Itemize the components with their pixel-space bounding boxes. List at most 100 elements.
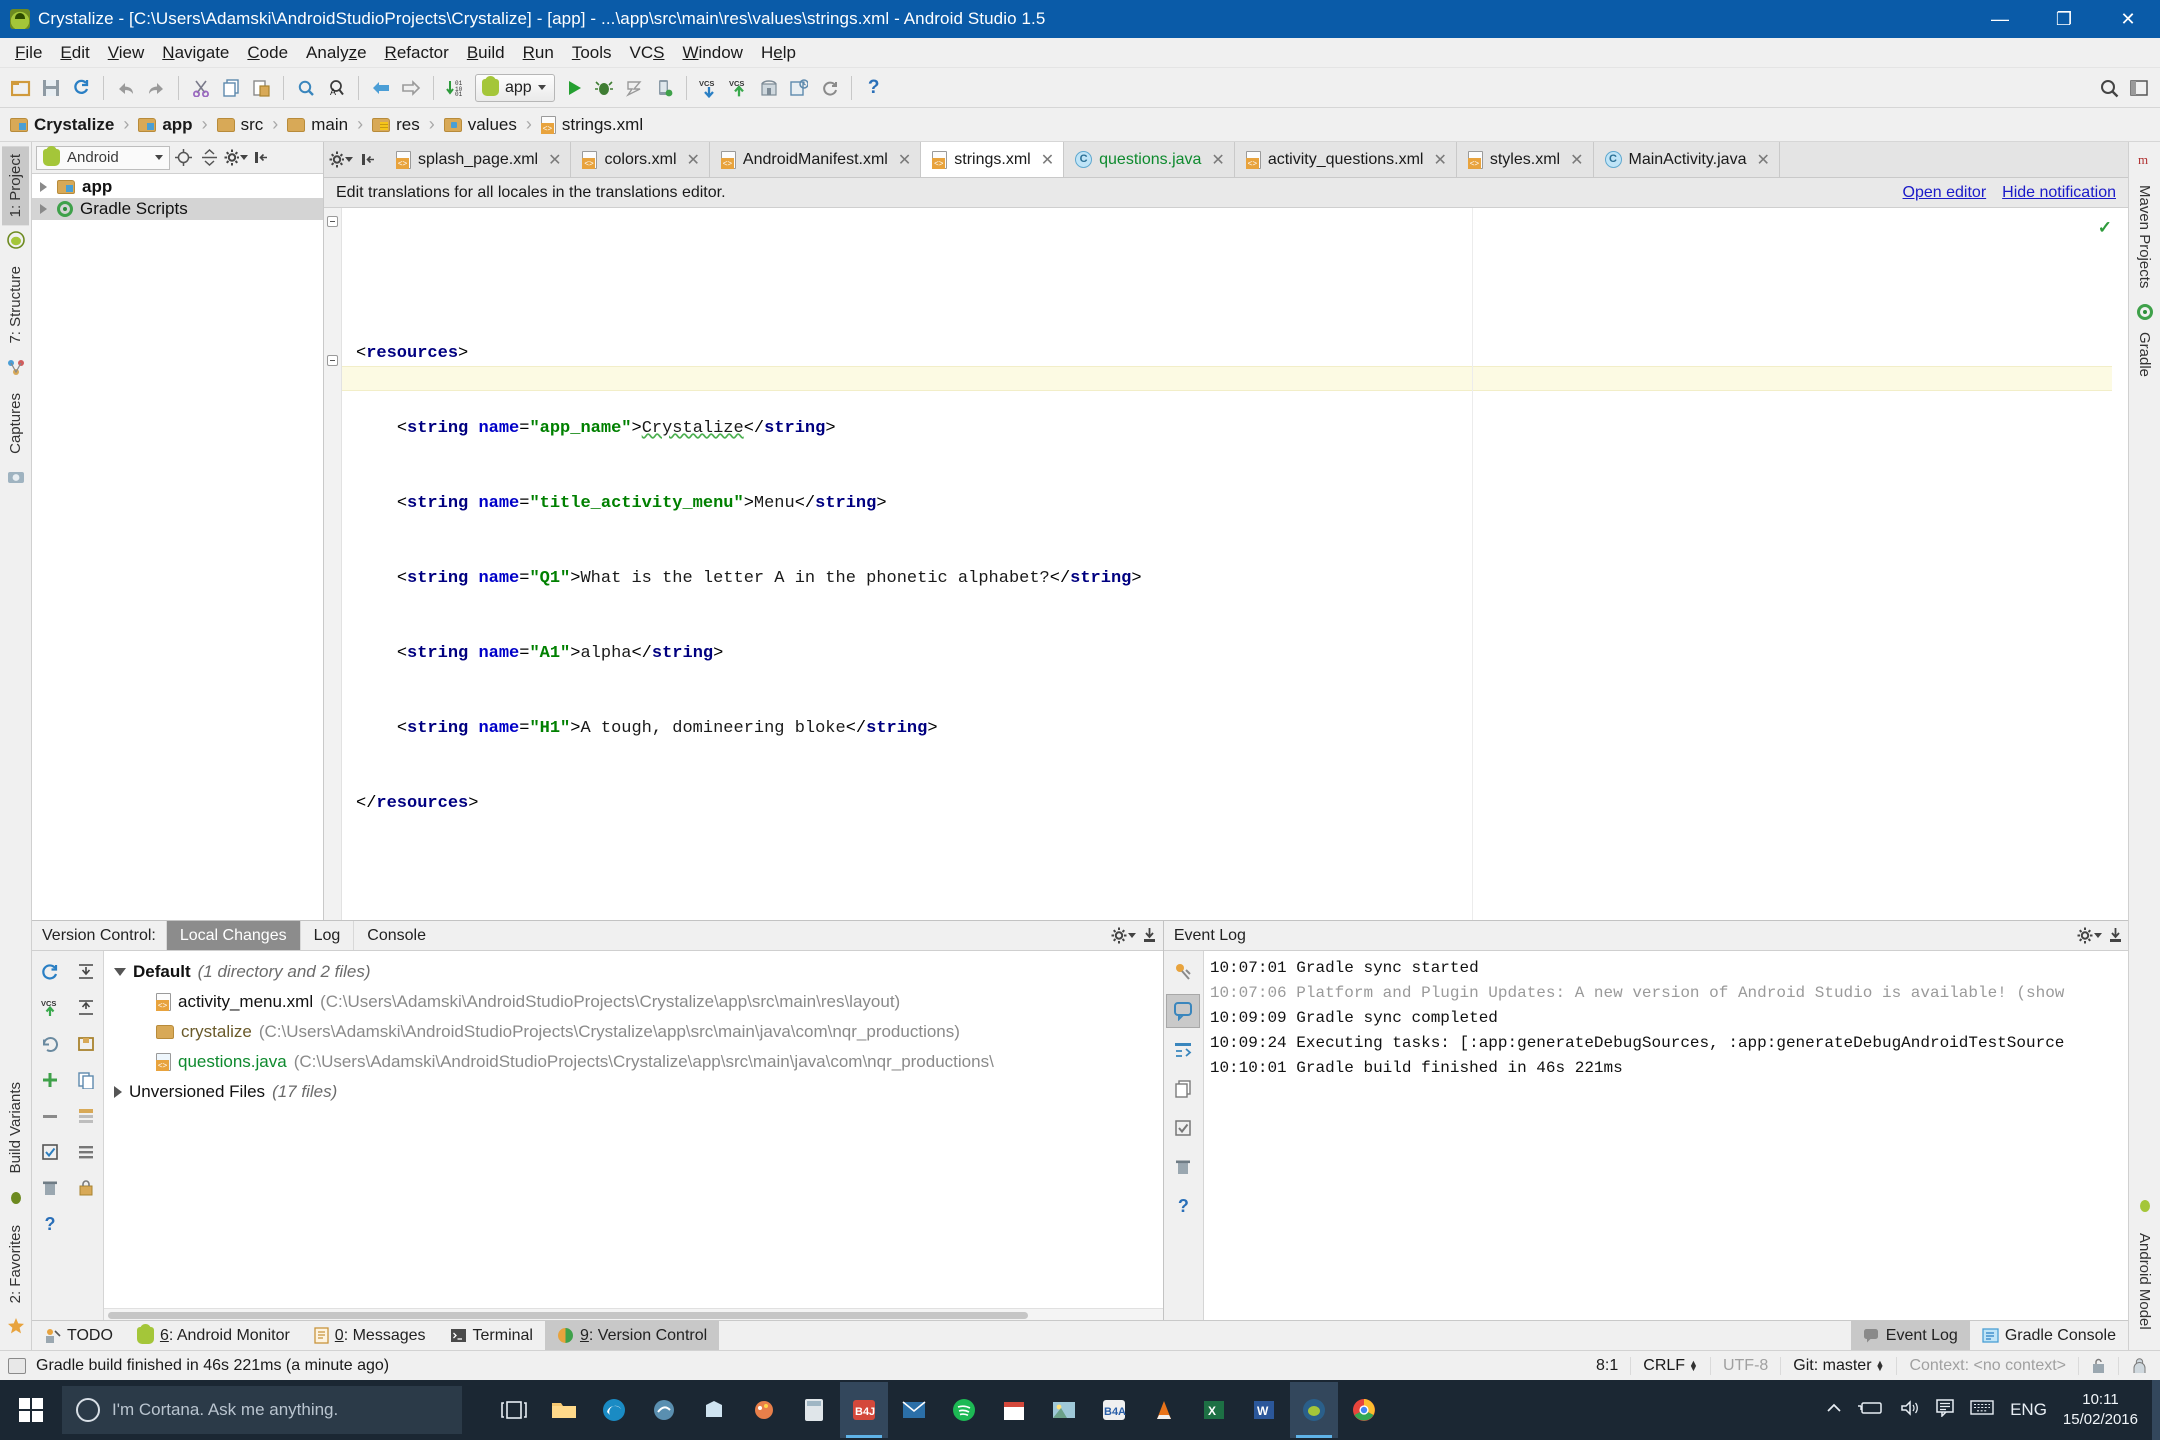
close-icon[interactable]: ✕ (1570, 150, 1583, 170)
expand-all-icon[interactable] (68, 954, 104, 990)
gear-icon[interactable] (1111, 921, 1137, 950)
menu-tools[interactable]: Tools (563, 40, 621, 66)
close-button[interactable]: ✕ (2096, 0, 2160, 38)
expand-events-icon[interactable] (1166, 1033, 1200, 1067)
event-log-balloon-icon[interactable] (1166, 994, 1200, 1028)
open-project-icon[interactable] (6, 73, 36, 103)
changelist-default[interactable]: Default (1 directory and 2 files) (104, 957, 1163, 987)
git-branch-widget[interactable]: Git: master ▲▼ (1780, 1357, 1896, 1375)
clock[interactable]: 10:11 15/02/2016 (2063, 1390, 2138, 1430)
battery-icon[interactable] (1858, 1401, 1884, 1420)
close-icon[interactable]: ✕ (687, 150, 700, 170)
show-desktop-button[interactable] (2152, 1380, 2160, 1440)
tool-window-terminal[interactable]: Terminal (438, 1321, 545, 1350)
minimize-button[interactable]: — (1968, 0, 2032, 38)
sidebar-item-build-variants[interactable]: Build Variants (2, 1074, 29, 1181)
open-editor-link[interactable]: Open editor (1903, 184, 1987, 202)
breadcrumb-item-src[interactable]: src (217, 115, 266, 135)
breadcrumb-item-strings-xml[interactable]: strings.xml (541, 115, 645, 135)
delete-icon[interactable] (32, 1170, 68, 1206)
close-icon[interactable]: ✕ (1211, 150, 1224, 170)
menu-build[interactable]: Build (458, 40, 514, 66)
changed-file-row[interactable]: crystalize (C:\Users\Adamski\AndroidStud… (104, 1017, 1163, 1047)
configure-notifications-icon[interactable] (1166, 955, 1200, 989)
cortana-search-box[interactable]: I'm Cortana. Ask me anything. (62, 1386, 462, 1434)
menu-view[interactable]: View (99, 40, 154, 66)
sort-numeric-icon[interactable]: 011001 (441, 73, 471, 103)
editor-tab-activity-questions-xml[interactable]: activity_questions.xml ✕ (1235, 142, 1457, 177)
sidebar-item-favorites[interactable]: 2: Favorites (2, 1217, 29, 1311)
git-bash-button[interactable] (640, 1382, 688, 1438)
changed-file-row[interactable]: activity_menu.xml (C:\Users\Adamski\Andr… (104, 987, 1163, 1017)
hide-editor-panel-icon[interactable] (356, 148, 380, 172)
tab-log[interactable]: Log (300, 921, 354, 950)
project-view-selector[interactable]: Android (36, 146, 170, 170)
inspection-status-icon[interactable]: ✓ (2098, 218, 2112, 238)
language-indicator[interactable]: ENG (2010, 1400, 2047, 1420)
word-button[interactable]: W (1240, 1382, 1288, 1438)
hide-notification-link[interactable]: Hide notification (2002, 184, 2116, 202)
refresh-icon[interactable] (32, 954, 68, 990)
hide-event-log-icon[interactable] (2102, 921, 2128, 950)
show-hidden-icons-icon[interactable] (1826, 1401, 1842, 1419)
caret-position[interactable]: 8:1 (1584, 1357, 1630, 1375)
sidebar-item-captures[interactable]: Captures (2, 385, 29, 462)
editor-tab-splash-page-xml[interactable]: splash_page.xml ✕ (385, 142, 571, 177)
gradle-sync-icon[interactable] (814, 73, 844, 103)
action-center-icon[interactable] (1936, 1399, 1954, 1422)
calendar-button[interactable] (990, 1382, 1038, 1438)
editor-tab-strings-xml[interactable]: strings.xml ✕ (921, 142, 1064, 177)
paint-button[interactable] (740, 1382, 788, 1438)
file-encoding[interactable]: UTF-8 (1710, 1357, 1780, 1375)
sync-icon[interactable] (66, 73, 96, 103)
file-explorer-button[interactable] (540, 1382, 588, 1438)
tool-window-android-monitor[interactable]: 6: Android Monitor (125, 1321, 302, 1350)
debug-icon[interactable] (589, 73, 619, 103)
b4j-button[interactable]: B4J (840, 1382, 888, 1438)
status-memory-icon[interactable] (8, 1358, 26, 1374)
hector-inspection-icon[interactable] (2118, 1357, 2160, 1375)
sidebar-item-gradle[interactable]: Gradle (2131, 324, 2158, 385)
tool-window-version-control[interactable]: 9: Version Control (545, 1321, 719, 1350)
excel-button[interactable]: X (1190, 1382, 1238, 1438)
gear-icon[interactable] (224, 146, 248, 170)
clear-events-icon[interactable] (1166, 1150, 1200, 1184)
replace-icon[interactable]: A (321, 73, 351, 103)
rollback-icon[interactable] (32, 1026, 68, 1062)
remove-changelist-icon[interactable] (32, 1098, 68, 1134)
editor-tab-styles-xml[interactable]: styles.xml ✕ (1457, 142, 1594, 177)
vcs-update-icon[interactable]: VCS (694, 73, 724, 103)
group-by-directory-icon[interactable] (68, 1098, 104, 1134)
maximize-button[interactable]: ❐ (2032, 0, 2096, 38)
editor-tab-androidmanifest-xml[interactable]: AndroidManifest.xml ✕ (710, 142, 921, 177)
editor-gutter[interactable] (324, 208, 342, 920)
close-icon[interactable]: ✕ (1041, 150, 1054, 170)
chevron-right-icon[interactable] (114, 1086, 122, 1098)
run-icon[interactable] (559, 73, 589, 103)
menu-help[interactable]: Help (752, 40, 805, 66)
tab-local-changes[interactable]: Local Changes (166, 921, 300, 950)
tool-window-todo[interactable]: TODO (32, 1321, 125, 1350)
select-all-icon[interactable] (32, 1134, 68, 1170)
breadcrumb-item-res[interactable]: res (372, 115, 422, 135)
copy-events-icon[interactable] (1166, 1072, 1200, 1106)
help-icon[interactable]: ? (859, 73, 889, 103)
back-icon[interactable] (366, 73, 396, 103)
breadcrumb-item-crystalize[interactable]: Crystalize (10, 115, 116, 135)
search-everywhere-icon[interactable] (2094, 73, 2124, 103)
start-button[interactable] (0, 1380, 62, 1440)
close-icon[interactable]: ✕ (1756, 150, 1769, 170)
chevron-down-icon[interactable] (114, 968, 126, 976)
avd-icon[interactable] (784, 73, 814, 103)
chevron-right-icon[interactable] (40, 204, 47, 214)
code-text[interactable]: <resources> <string name="app_name">Crys… (342, 208, 2112, 920)
menu-refactor[interactable]: Refactor (376, 40, 458, 66)
cut-icon[interactable] (186, 73, 216, 103)
breadcrumb-item-main[interactable]: main (287, 115, 350, 135)
instant-run-icon[interactable] (619, 73, 649, 103)
avd-manager-icon[interactable] (649, 73, 679, 103)
close-icon[interactable]: ✕ (548, 150, 561, 170)
collapse-all-icon[interactable] (198, 146, 222, 170)
menu-analyze[interactable]: Analyze (297, 40, 376, 66)
menu-navigate[interactable]: Navigate (153, 40, 238, 66)
